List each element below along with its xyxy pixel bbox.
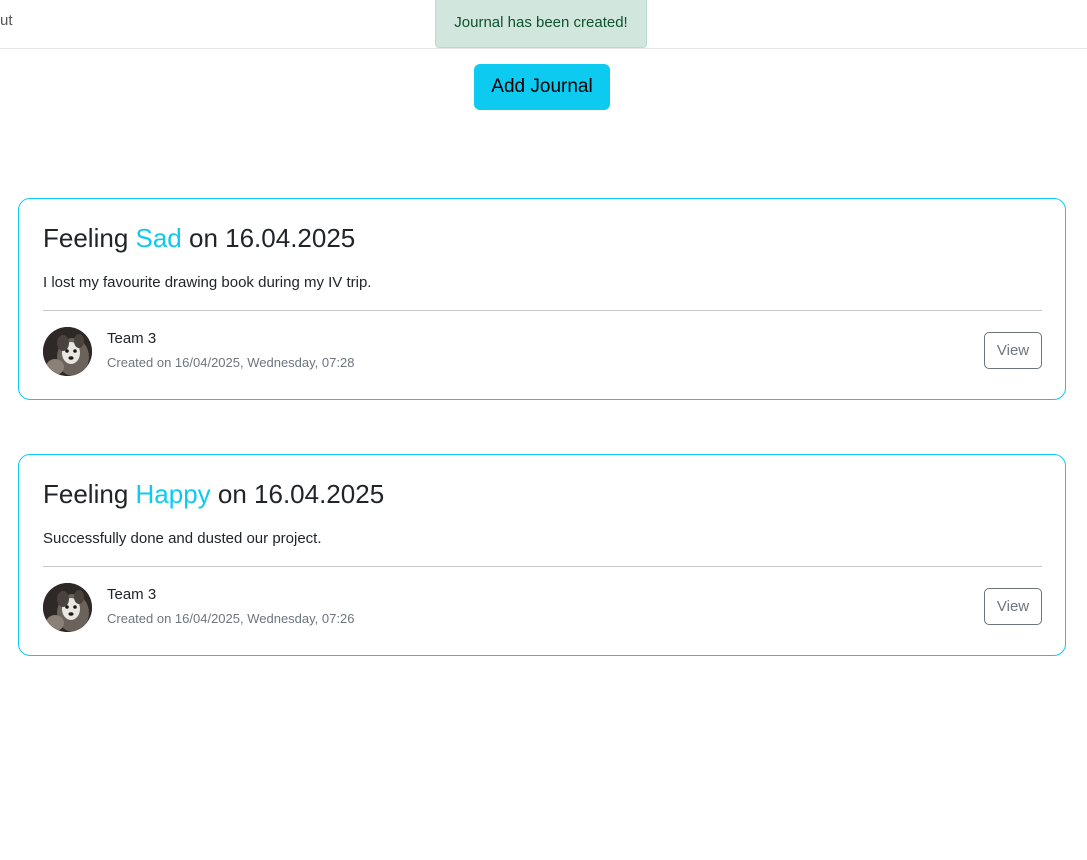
nav-link-logout[interactable]: ut: [0, 12, 13, 29]
journal-text: I lost my favourite drawing book during …: [43, 274, 372, 291]
avatar: [43, 327, 92, 376]
view-button[interactable]: View: [984, 588, 1042, 625]
title-date: on 16.04.2025: [181, 223, 356, 253]
dog-photo-avatar-icon: [43, 583, 92, 632]
mood-label: Happy: [135, 479, 211, 509]
journal-card: Feeling Sad on 16.04.2025 I lost my favo…: [18, 198, 1066, 400]
journal-card: Feeling Happy on 16.04.2025 Successfully…: [18, 454, 1066, 656]
author-name: Team 3: [107, 586, 157, 603]
card-divider: [43, 310, 1042, 311]
author-name: Team 3: [107, 330, 157, 347]
success-toast: Journal has been created!: [435, 0, 647, 48]
created-timestamp: Created on 16/04/2025, Wednesday, 07:26: [107, 611, 355, 626]
avatar: [43, 583, 92, 632]
journal-title: Feeling Sad on 16.04.2025: [43, 223, 355, 254]
dog-photo-avatar-icon: [43, 327, 92, 376]
title-prefix: Feeling: [43, 223, 136, 253]
title-prefix: Feeling: [43, 479, 136, 509]
toast-message: Journal has been created!: [454, 14, 628, 31]
created-timestamp: Created on 16/04/2025, Wednesday, 07:28: [107, 355, 355, 370]
journal-text: Successfully done and dusted our project…: [43, 530, 322, 547]
mood-label: Sad: [135, 223, 182, 253]
card-divider: [43, 566, 1042, 567]
journal-title: Feeling Happy on 16.04.2025: [43, 479, 384, 510]
title-date: on 16.04.2025: [210, 479, 385, 509]
add-journal-button[interactable]: Add Journal: [474, 64, 610, 110]
view-button[interactable]: View: [984, 332, 1042, 369]
